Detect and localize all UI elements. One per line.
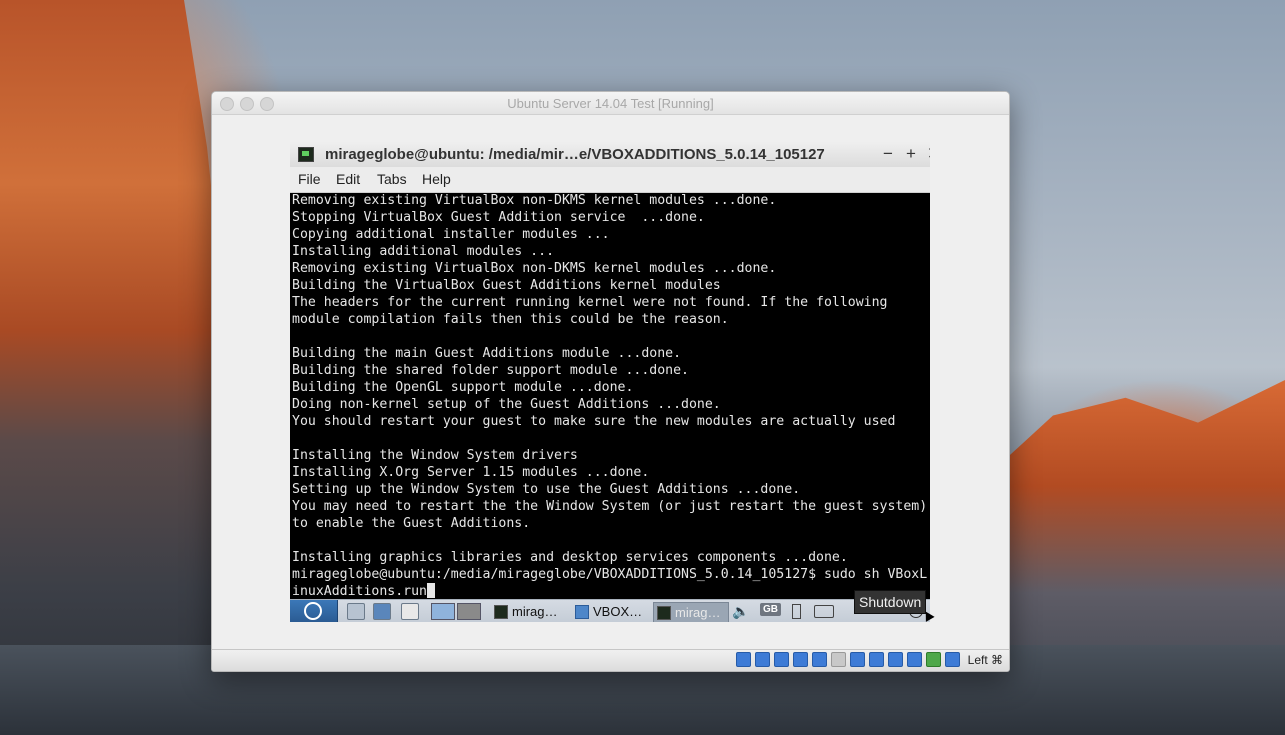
guest-additions-icon[interactable] <box>925 652 941 667</box>
video-capture-icon[interactable] <box>868 652 884 667</box>
keyboard-capture-icon[interactable] <box>944 652 960 667</box>
terminal-icon <box>657 605 671 620</box>
network-icon[interactable] <box>792 652 808 667</box>
terminal-icon <box>494 604 508 619</box>
hard-disk-icon[interactable] <box>735 652 751 667</box>
taskbar-item-label: mirag… <box>512 604 558 619</box>
terminal-output[interactable]: Removing existing VirtualBox non-DKMS ke… <box>292 192 930 602</box>
terminal-line: Setting up the Window System to use the … <box>292 482 801 497</box>
terminal-line: module compilation fails then this could… <box>292 312 729 327</box>
lxde-panel: mirag… VBOX… mirag… 🔈 GB PM <box>290 599 930 622</box>
window-title: Ubuntu Server 14.04 Test [Running] <box>507 96 714 111</box>
terminal-line: Stopping VirtualBox Guest Addition servi… <box>292 210 705 225</box>
show-desktop-icon[interactable] <box>347 603 365 620</box>
terminal-line: Removing existing VirtualBox non-DKMS ke… <box>292 261 777 276</box>
terminal-line: mirageglobe@ubuntu:/media/mirageglobe/VB… <box>292 567 928 582</box>
shutdown-tooltip: Shutdown <box>854 590 927 614</box>
volume-icon[interactable]: 🔈 <box>732 603 749 620</box>
terminal-line: Building the VirtualBox Guest Additions … <box>292 278 721 293</box>
taskbar-item-vbox-folder[interactable]: VBOX… <box>575 602 647 621</box>
terminal-line: Building the main Guest Additions module… <box>292 346 682 361</box>
terminal-line: to enable the Guest Additions. <box>292 516 531 531</box>
menu-help[interactable]: Help <box>422 171 451 187</box>
vm-statusbar: Left ⌘ <box>212 649 1009 671</box>
optical-drive-icon[interactable] <box>754 652 770 667</box>
menu-file[interactable]: File <box>298 171 321 187</box>
taskbar-item-label: mirag… <box>675 605 721 620</box>
terminal-line: You should restart your guest to make su… <box>292 414 896 429</box>
taskbar-item-terminal-1[interactable]: mirag… <box>494 602 568 621</box>
keyboard-icon[interactable] <box>814 605 834 618</box>
mouse-integration-icon[interactable] <box>906 652 922 667</box>
terminal-line: Building the OpenGL support module ...do… <box>292 380 634 395</box>
terminal-line: Removing existing VirtualBox non-DKMS ke… <box>292 193 777 208</box>
lubuntu-logo-icon <box>304 602 322 620</box>
wallpaper-cliff-left <box>0 0 230 735</box>
start-menu-button[interactable] <box>290 600 338 622</box>
terminal-line: Doing non-kernel setup of the Guest Addi… <box>292 397 721 412</box>
terminal-close-button[interactable]: ✕ <box>926 144 930 164</box>
taskbar-item-terminal-2[interactable]: mirag… <box>653 602 729 622</box>
browser-icon[interactable] <box>401 603 419 620</box>
terminal-menubar: File Edit Tabs Help <box>290 167 930 193</box>
terminal-icon <box>298 147 314 162</box>
usb-icon[interactable] <box>811 652 827 667</box>
lxterminal-window: mirageglobe@ubuntu: /media/mir…e/VBOXADD… <box>290 142 930 622</box>
terminal-minimize-button[interactable]: − <box>880 144 896 164</box>
terminal-line: Building the shared folder support modul… <box>292 363 689 378</box>
terminal-maximize-button[interactable]: + <box>903 144 919 164</box>
desktop-2-switch[interactable] <box>457 603 481 620</box>
terminal-line: Installing X.Org Server 1.15 modules ...… <box>292 465 650 480</box>
file-manager-icon[interactable] <box>373 603 391 620</box>
desktop-1-switch[interactable] <box>431 603 455 620</box>
terminal-line: Installing the Window System drivers <box>292 448 578 463</box>
cpu-icon[interactable] <box>887 652 903 667</box>
battery-icon[interactable] <box>792 604 801 619</box>
menu-tabs[interactable]: Tabs <box>377 171 407 187</box>
taskbar-item-label: VBOX… <box>593 604 643 619</box>
terminal-line: The headers for the current running kern… <box>292 295 888 310</box>
keyboard-layout-indicator[interactable]: GB <box>760 603 781 616</box>
terminal-line: Installing graphics libraries and deskto… <box>292 550 848 565</box>
menu-edit[interactable]: Edit <box>336 171 360 187</box>
terminal-title: mirageglobe@ubuntu: /media/mir…e/VBOXADD… <box>325 146 825 163</box>
mac-titlebar[interactable]: Ubuntu Server 14.04 Test [Running] <box>212 92 1009 115</box>
terminal-line: You may need to restart the the Window S… <box>292 499 928 514</box>
terminal-cursor <box>426 583 435 598</box>
shared-folders-icon[interactable] <box>830 652 846 667</box>
terminal-line: inuxAdditions.run <box>292 583 930 600</box>
terminal-line: Installing additional modules ... <box>292 244 555 259</box>
audio-icon[interactable] <box>773 652 789 667</box>
terminal-line: Copying additional installer modules ... <box>292 227 610 242</box>
terminal-titlebar[interactable]: mirageglobe@ubuntu: /media/mir…e/VBOXADD… <box>290 142 930 168</box>
host-key-label: Left ⌘ <box>967 652 1003 667</box>
folder-icon <box>575 604 589 619</box>
display-icon[interactable] <box>849 652 865 667</box>
